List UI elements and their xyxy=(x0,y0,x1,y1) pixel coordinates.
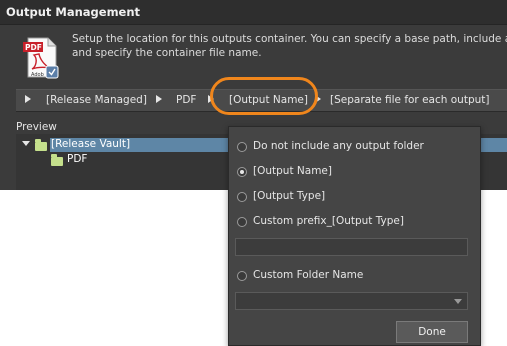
title-bar: Output Management xyxy=(0,0,507,25)
pdf-file-icon: PDF Adob xyxy=(22,37,60,79)
svg-text:Adob: Adob xyxy=(31,72,44,78)
highlight-ring xyxy=(210,77,318,115)
tree-item-pdf[interactable]: PDF xyxy=(67,153,87,165)
folder-icon xyxy=(35,139,47,151)
expand-toggle-icon[interactable] xyxy=(22,141,30,146)
preview-label: Preview xyxy=(16,121,57,133)
dialog-title: Output Management xyxy=(6,5,141,19)
description-text: Setup the location for this outputs cont… xyxy=(72,32,507,60)
custom-prefix-input[interactable] xyxy=(235,238,468,256)
chevron-right-icon xyxy=(25,95,31,103)
breadcrumb-item-pdf[interactable]: PDF xyxy=(176,94,196,106)
breadcrumb-item-separate-file[interactable]: [Separate file for each output] xyxy=(330,94,489,106)
radio-button[interactable] xyxy=(237,142,247,152)
folder-options-dropdown: Do not include any output folder [Output… xyxy=(228,126,481,346)
radio-button[interactable] xyxy=(237,192,247,202)
svg-text:PDF: PDF xyxy=(25,43,42,52)
folder-icon xyxy=(51,154,63,166)
chevron-down-icon xyxy=(454,299,462,304)
breadcrumb-item-release-managed[interactable]: [Release Managed] xyxy=(46,94,147,106)
chevron-right-icon xyxy=(156,95,162,103)
description-line-1: Setup the location for this outputs cont… xyxy=(72,33,507,45)
radio-button[interactable] xyxy=(237,217,247,227)
radio-button[interactable] xyxy=(237,271,247,281)
tree-item-release-vault[interactable]: [Release Vault] xyxy=(51,138,130,150)
done-button[interactable]: Done xyxy=(396,321,468,343)
custom-folder-select[interactable] xyxy=(235,292,468,310)
description-line-2: and specify the container file name. xyxy=(72,47,262,59)
radio-button-selected[interactable] xyxy=(237,167,247,177)
